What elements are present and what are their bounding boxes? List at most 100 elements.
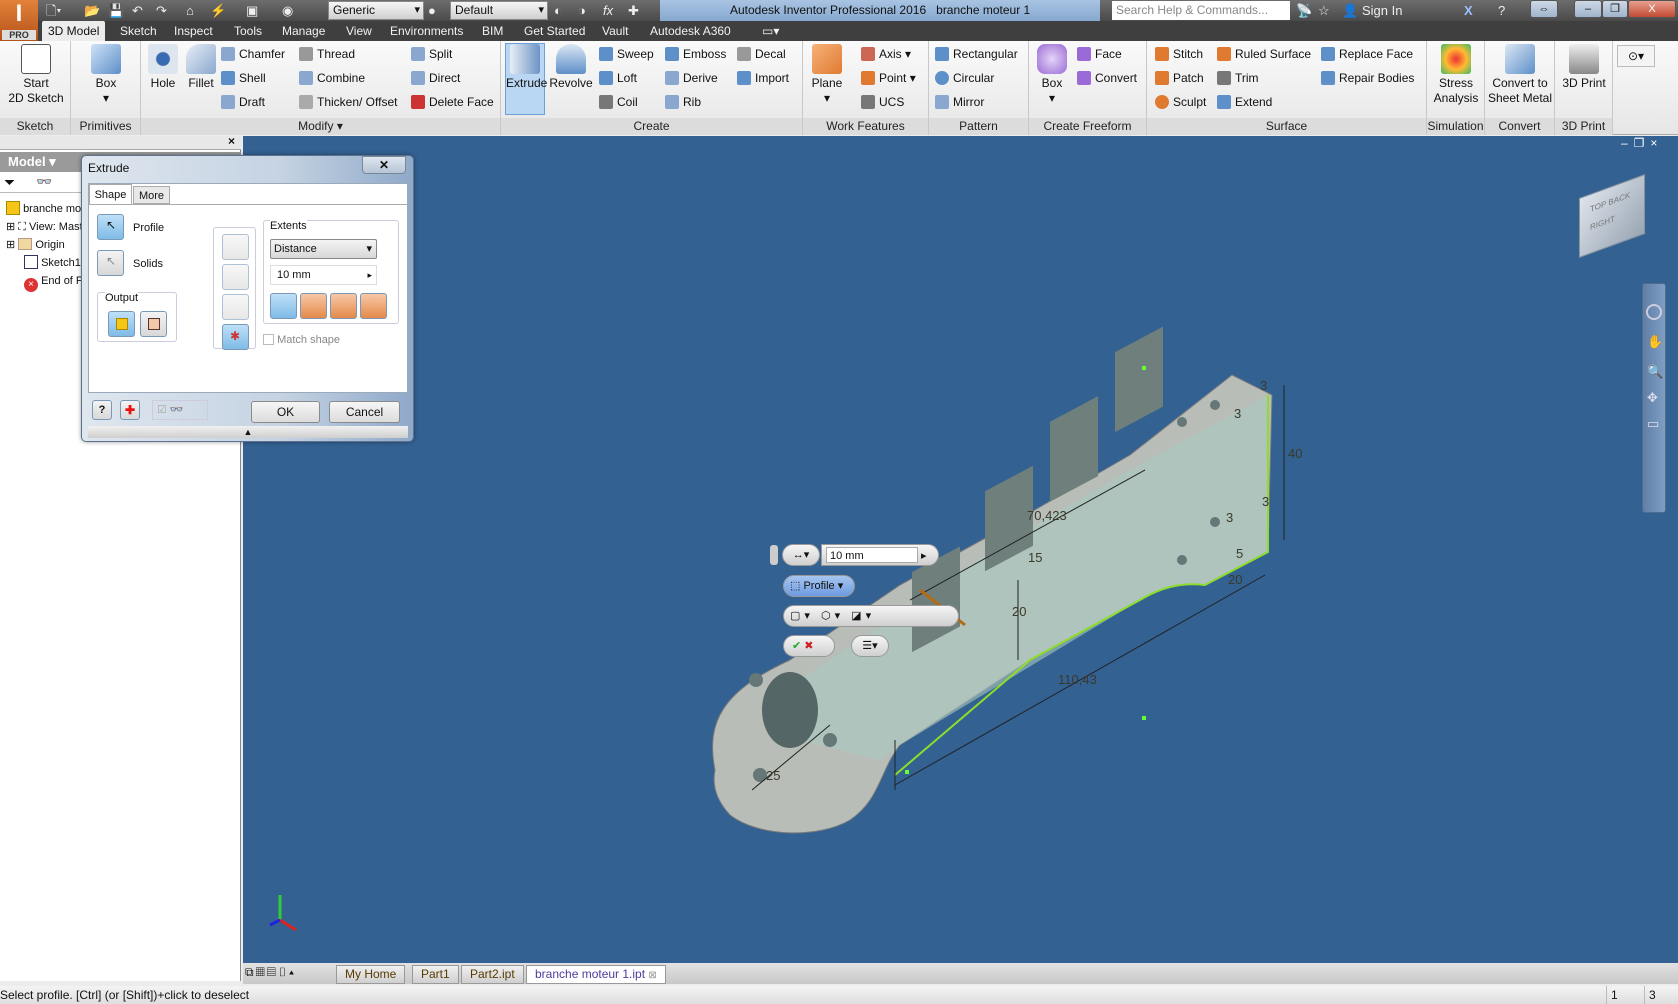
tab-autodesk-a360[interactable]: Autodesk A360	[644, 21, 737, 41]
hole-button[interactable]: Hole	[145, 44, 181, 91]
apply-check-icon[interactable]: ✔	[792, 640, 801, 652]
tab-3d-model[interactable]: 3D Model	[42, 21, 106, 41]
extrude-button[interactable]: Extrude	[505, 43, 547, 115]
extents-type-select[interactable]: Distance ▾	[270, 239, 377, 259]
output-surface-button[interactable]	[140, 311, 167, 337]
pan-icon[interactable]: ✋	[1647, 334, 1663, 350]
clear-override-icon[interactable]: ◑	[578, 2, 586, 19]
material-select[interactable]: Generic	[328, 1, 424, 20]
dialog-close-button[interactable]: ✕	[362, 156, 406, 174]
view-window-controls[interactable]: –❐×	[1621, 136, 1663, 150]
freeform-face-button[interactable]: Face	[1077, 46, 1122, 62]
split-button[interactable]: Split	[411, 46, 452, 62]
repair-bodies-button[interactable]: Repair Bodies	[1321, 70, 1414, 86]
delete-face-button[interactable]: Delete Face	[411, 94, 494, 110]
window-arrange-icons[interactable]: ⧉▦▤▯▴	[245, 965, 296, 980]
tree-item-sketch1[interactable]: Sketch1	[24, 255, 81, 272]
chamfer-button[interactable]: Chamfer	[221, 46, 285, 62]
maximize-button[interactable]: ❐	[1602, 0, 1628, 18]
convert-sheet-metal-button[interactable]: Convert to Sheet Metal	[1487, 44, 1553, 106]
sculpt-button[interactable]: Sculpt	[1155, 94, 1206, 110]
fillet-button[interactable]: Fillet	[183, 44, 219, 91]
coil-button[interactable]: Coil	[599, 94, 638, 110]
freeform-box-button[interactable]: Box ▾	[1035, 44, 1069, 106]
tree-item-origin[interactable]: ⊞ Origin	[6, 237, 65, 254]
match-shape-checkbox[interactable]: Match shape	[263, 334, 340, 346]
plus-icon[interactable]: ✚	[628, 2, 639, 19]
sweep-button[interactable]: Sweep	[599, 46, 654, 62]
tab-manage[interactable]: Manage	[276, 21, 331, 41]
tree-item-view[interactable]: ⊞ ⛶ View: Master	[6, 219, 92, 236]
help-button[interactable]: ?	[92, 400, 112, 420]
tab-vault[interactable]: Vault	[596, 21, 634, 41]
exchange-icon[interactable]: X	[1464, 2, 1473, 19]
solids-select-button[interactable]: ↖	[97, 250, 124, 276]
expand-dialog-button[interactable]: ▲	[88, 426, 408, 438]
steering-wheel-icon[interactable]	[1646, 304, 1662, 320]
filter-icon[interactable]: ⏷	[4, 174, 15, 191]
stress-analysis-button[interactable]: Stress Analysis	[1429, 44, 1483, 106]
draft-button[interactable]: Draft	[221, 94, 265, 110]
direction-2-button[interactable]	[300, 293, 327, 319]
doc-tab-part2[interactable]: Part2.ipt	[461, 965, 524, 984]
home-icon[interactable]: ⌂	[186, 2, 194, 19]
graphics-window[interactable]: 70,423 15 20 110,43 25 40 3 3 3 3 5 20 T…	[243, 136, 1678, 963]
asymmetric-button[interactable]	[360, 293, 387, 319]
help-icon[interactable]: ?	[1498, 2, 1505, 19]
freeform-convert-button[interactable]: Convert	[1077, 70, 1137, 86]
distance-input[interactable]: 10 mm ▸	[270, 265, 377, 285]
symmetric-button[interactable]	[330, 293, 357, 319]
derive-button[interactable]: Derive	[665, 70, 718, 86]
tab-tools[interactable]: Tools	[228, 21, 268, 41]
axis-button[interactable]: Axis ▾	[861, 46, 911, 62]
cancel-x-icon[interactable]: ✖	[804, 640, 813, 652]
update-icon[interactable]: ⚡	[210, 2, 226, 19]
output-solid-button[interactable]	[108, 311, 135, 337]
cut-button[interactable]	[222, 264, 249, 290]
stitch-button[interactable]: Stitch	[1155, 46, 1203, 62]
cancel-button[interactable]: Cancel	[329, 401, 400, 423]
navigation-bar[interactable]: ✋ 🔍 ✥ ▭	[1642, 283, 1666, 513]
minimize-button[interactable]: –	[1574, 0, 1602, 18]
loft-button[interactable]: Loft	[599, 70, 637, 86]
zoom-icon[interactable]: 🔍	[1647, 364, 1663, 380]
tab-inspect[interactable]: Inspect	[168, 21, 219, 41]
direction-1-button[interactable]	[270, 293, 297, 319]
shell-button[interactable]: Shell	[221, 70, 266, 86]
tab-get-started[interactable]: Get Started	[518, 21, 591, 41]
orbit-icon[interactable]: ✥	[1647, 390, 1661, 406]
properties-icon[interactable]: ◉	[282, 2, 293, 19]
tab-sketch[interactable]: Sketch	[114, 21, 163, 41]
search-input[interactable]: Search Help & Commands...	[1112, 1, 1290, 20]
3d-print-button[interactable]: 3D Print	[1559, 44, 1609, 91]
thread-button[interactable]: Thread	[299, 46, 355, 62]
minitoolbar-profile-button[interactable]: ⬚ Profile ▾	[783, 575, 855, 597]
distance-type-dropdown[interactable]: ↔▾	[782, 544, 820, 566]
parameters-icon[interactable]: fx	[603, 2, 613, 19]
extend-button[interactable]: Extend	[1217, 94, 1272, 110]
tab-bim[interactable]: BIM	[476, 21, 509, 41]
close-button[interactable]: X	[1628, 0, 1676, 18]
direct-button[interactable]: Direct	[411, 70, 460, 86]
browser-close-icon[interactable]: ×	[228, 134, 235, 148]
new-solid-button[interactable]: ✱	[222, 324, 249, 350]
open-icon[interactable]: 📂	[84, 2, 100, 19]
preview-toggle[interactable]: ☑ 👓	[152, 400, 208, 420]
minitoolbar-grip[interactable]	[770, 545, 778, 565]
ucs-button[interactable]: UCS	[861, 94, 904, 110]
adjust-icon[interactable]: ◐	[554, 2, 562, 19]
join-button[interactable]	[222, 234, 249, 260]
find-icon[interactable]: 👓	[36, 174, 52, 190]
decal-button[interactable]: Decal	[737, 46, 786, 62]
minitoolbar-distance[interactable]: 10 mm ▸	[821, 544, 939, 566]
minitoolbar-ok-cancel[interactable]: ✔ ✖	[783, 635, 835, 657]
look-at-icon[interactable]: ▭	[1647, 416, 1661, 432]
emboss-button[interactable]: Emboss	[665, 46, 726, 62]
plane-button[interactable]: Plane ▾	[809, 44, 845, 106]
communication-icon[interactable]: 📡	[1296, 2, 1312, 19]
ok-button[interactable]: OK	[251, 401, 320, 423]
trim-button[interactable]: Trim	[1217, 70, 1259, 86]
rib-button[interactable]: Rib	[665, 94, 701, 110]
tab-environments[interactable]: Environments	[384, 21, 469, 41]
tab-shape[interactable]: Shape	[89, 184, 132, 204]
